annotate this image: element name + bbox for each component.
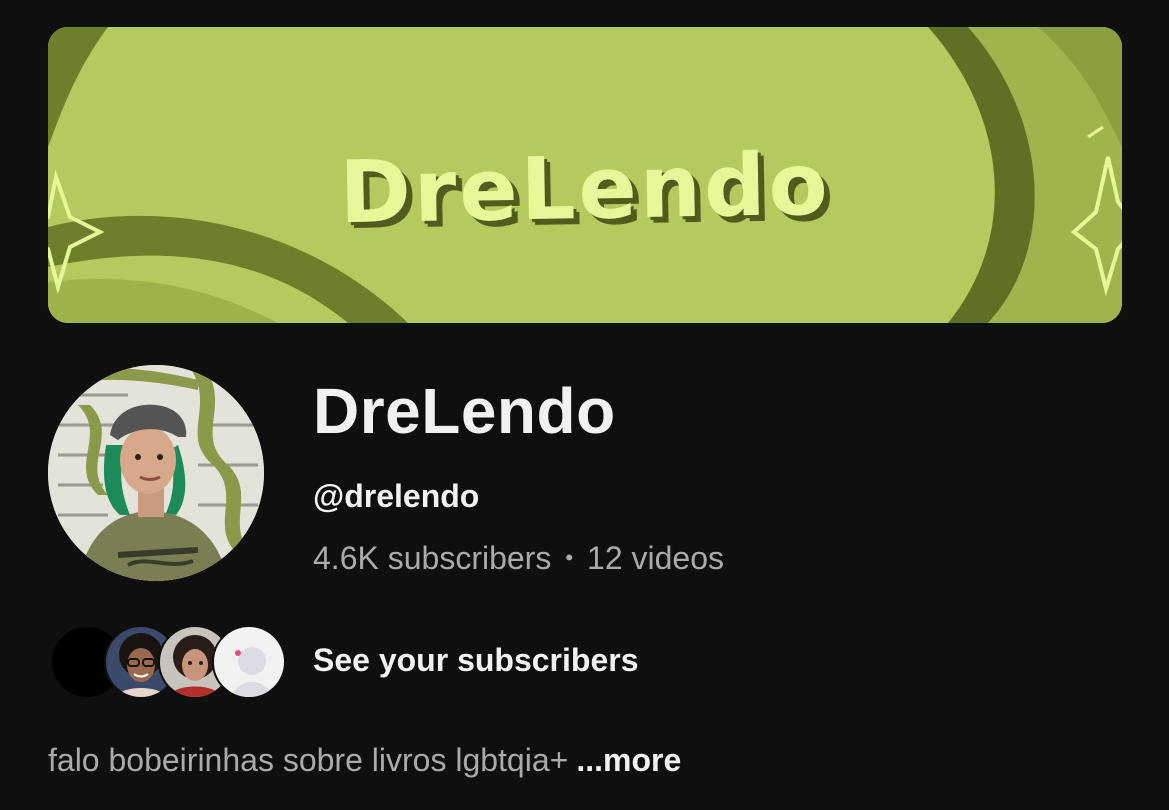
avatar-image [48,365,264,581]
channel-banner: DreLendo [48,27,1122,323]
subscriber-count: 4.6K subscribers [313,540,552,576]
subscriber-avatars[interactable] [50,625,286,699]
see-subscribers-link[interactable]: See your subscribers [313,642,638,679]
channel-header: DreLendo DreLendo @drelendo 4.6K subscri… [0,0,1169,810]
subscriber-avatar [212,625,286,699]
channel-stats: 4.6K subscribers • 12 videos [313,540,724,577]
channel-description: falo bobeirinhas sobre livros lgbtqia+..… [48,742,681,779]
banner-title: DreLendo [338,134,832,244]
channel-avatar[interactable] [48,365,264,581]
more-button[interactable]: ...more [576,742,681,778]
channel-handle: @drelendo [313,478,480,514]
channel-name: DreLendo [313,375,616,447]
video-count: 12 videos [587,540,725,576]
stats-separator: • [565,545,574,570]
description-text: falo bobeirinhas sobre livros lgbtqia+ [48,742,569,778]
